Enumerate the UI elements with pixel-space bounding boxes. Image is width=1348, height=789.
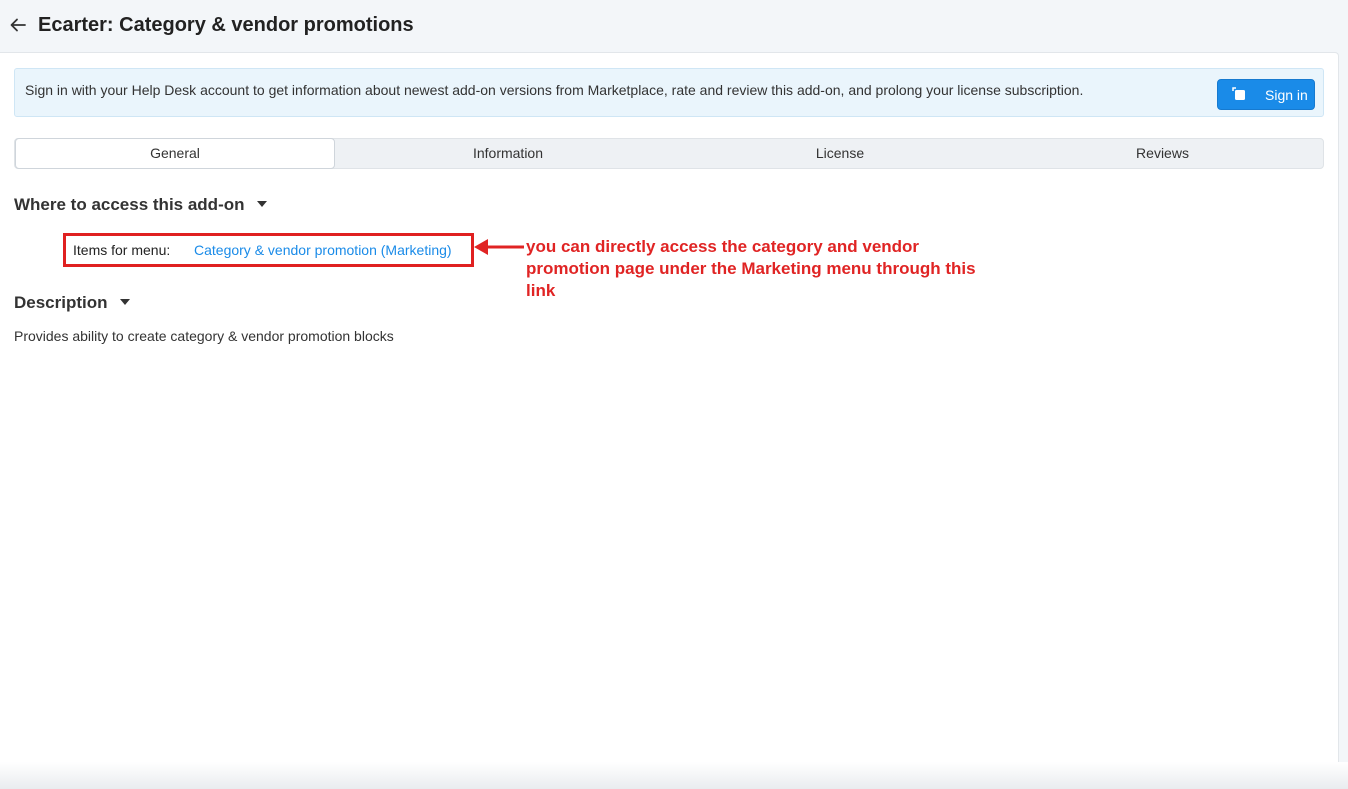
description-text: Provides ability to create category & ve…: [14, 328, 394, 344]
annotation-text: you can directly access the category and…: [526, 237, 976, 300]
tab-general[interactable]: General: [15, 138, 335, 169]
notice-text: Sign in with your Help Desk account to g…: [25, 82, 1084, 98]
bottom-edge: [0, 762, 1348, 789]
sign-in-label: Sign in: [1265, 87, 1308, 103]
caret-down-icon: [256, 200, 267, 207]
description-section-heading: Description: [14, 293, 108, 312]
page-title: Ecarter: Category & vendor promotions: [38, 14, 414, 36]
arrow-left-icon[interactable]: [8, 15, 28, 35]
annotation-arrow-icon: [474, 239, 524, 255]
tab-license[interactable]: License: [675, 139, 1005, 168]
tab-reviews[interactable]: Reviews: [1000, 139, 1325, 168]
access-section-heading: Where to access this add-on: [14, 195, 245, 214]
caret-down-icon: [119, 298, 130, 305]
category-vendor-promotion-link[interactable]: Category & vendor promotion (Marketing): [194, 242, 452, 258]
tab-information[interactable]: Information: [342, 139, 674, 168]
access-section-toggle[interactable]: Where to access this add-on: [14, 195, 267, 215]
page-header: Ecarter: Category & vendor promotions: [0, 0, 1348, 52]
sign-in-icon: [1232, 87, 1245, 100]
description-section-toggle[interactable]: Description: [14, 293, 130, 313]
items-for-menu-label: Items for menu:: [73, 242, 171, 258]
menu-items-highlight: Items for menu: Category & vendor promot…: [63, 233, 474, 267]
main-panel: Sign in with your Help Desk account to g…: [0, 52, 1339, 789]
tab-bar: General Information License Reviews: [14, 138, 1324, 169]
signin-notice: Sign in with your Help Desk account to g…: [14, 68, 1324, 117]
sign-in-button[interactable]: Sign in: [1217, 79, 1315, 110]
